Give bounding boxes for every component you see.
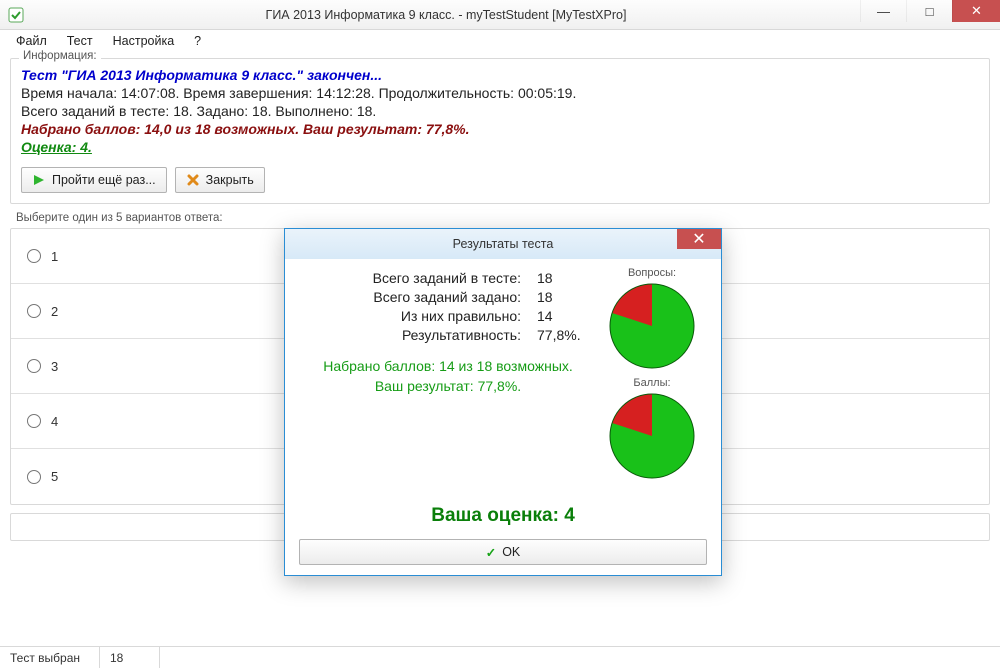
dialog-titlebar: Результаты теста ✕ (285, 229, 721, 259)
pie-questions (607, 281, 697, 371)
answer-radio-2[interactable] (27, 304, 41, 318)
statusbar: Тест выбран 18 (0, 646, 1000, 668)
stat-perf-label: Результативность: (331, 327, 521, 343)
info-panel: Информация: Тест "ГИА 2013 Информатика 9… (10, 58, 990, 204)
stat-total-val: 18 (537, 270, 597, 286)
close-button[interactable]: ✕ (952, 0, 1000, 22)
retry-label: Пройти ещё раз... (52, 173, 156, 187)
answer-radio-5[interactable] (27, 470, 41, 484)
close-test-label: Закрыть (206, 173, 254, 187)
answer-radio-1[interactable] (27, 249, 41, 263)
menu-file[interactable]: Файл (8, 32, 55, 50)
info-legend: Информация: (19, 50, 101, 62)
window-titlebar: ГИА 2013 Информатика 9 класс. - myTestSt… (0, 0, 1000, 30)
ok-label: OK (502, 545, 520, 559)
info-test-finished: Тест "ГИА 2013 Информатика 9 класс." зак… (21, 67, 979, 83)
maximize-button[interactable]: □ (906, 0, 952, 22)
status-count: 18 (100, 647, 160, 668)
pie-points-label: Баллы: (633, 377, 670, 389)
summary-line2: Ваш результат: 77,8%. (299, 377, 597, 397)
answer-label: 5 (51, 469, 58, 484)
info-score: Набрано баллов: 14,0 из 18 возможных. Ва… (21, 121, 979, 137)
minimize-button[interactable]: ― (860, 0, 906, 22)
play-icon (32, 173, 46, 187)
pie-questions-label: Вопросы: (628, 267, 676, 279)
ok-button[interactable]: ✓ OK (299, 539, 707, 565)
dialog-close-button[interactable]: ✕ (677, 229, 721, 249)
check-icon: ✓ (486, 545, 496, 560)
answer-label: 2 (51, 304, 58, 319)
results-dialog: Результаты теста ✕ Всего заданий в тесте… (284, 228, 722, 576)
info-grade: Оценка: 4. (21, 139, 979, 155)
window-title: ГИА 2013 Информатика 9 класс. - myTestSt… (32, 8, 860, 22)
app-icon (8, 7, 24, 23)
summary-text: Набрано баллов: 14 из 18 возможных. Ваш … (299, 357, 597, 396)
info-toolbar: Пройти ещё раз... Закрыть (21, 167, 979, 193)
menu-help[interactable]: ? (186, 32, 209, 50)
answer-radio-4[interactable] (27, 414, 41, 428)
answer-label: 4 (51, 414, 58, 429)
menubar: Файл Тест Настройка ? (0, 30, 1000, 52)
grade-text: Ваша оценка: 4 (299, 505, 707, 527)
stat-perf-val: 77,8%. (537, 327, 597, 343)
menu-settings[interactable]: Настройка (105, 32, 183, 50)
menu-test[interactable]: Тест (59, 32, 101, 50)
info-times: Время начала: 14:07:08. Время завершения… (21, 85, 979, 101)
pie-points (607, 391, 697, 481)
summary-line1: Набрано баллов: 14 из 18 возможных. (299, 357, 597, 377)
stat-correct-val: 14 (537, 308, 597, 324)
stat-total-label: Всего заданий в тесте: (331, 270, 521, 286)
x-icon (186, 173, 200, 187)
window-buttons: ― □ ✕ (860, 0, 1000, 29)
retry-button[interactable]: Пройти ещё раз... (21, 167, 167, 193)
answer-label: 3 (51, 359, 58, 374)
info-tasks: Всего заданий в тесте: 18. Задано: 18. В… (21, 103, 979, 119)
stats-table: Всего заданий в тесте: 18 Всего заданий … (299, 267, 597, 487)
close-test-button[interactable]: Закрыть (175, 167, 265, 193)
answer-label: 1 (51, 249, 58, 264)
answer-radio-3[interactable] (27, 359, 41, 373)
dialog-title: Результаты теста (285, 237, 721, 251)
stat-asked-label: Всего заданий задано: (331, 289, 521, 305)
status-spacer (160, 647, 1000, 668)
answers-legend: Выберите один из 5 вариантов ответа: (16, 212, 990, 224)
status-left: Тест выбран (0, 647, 100, 668)
stat-correct-label: Из них правильно: (331, 308, 521, 324)
stat-asked-val: 18 (537, 289, 597, 305)
